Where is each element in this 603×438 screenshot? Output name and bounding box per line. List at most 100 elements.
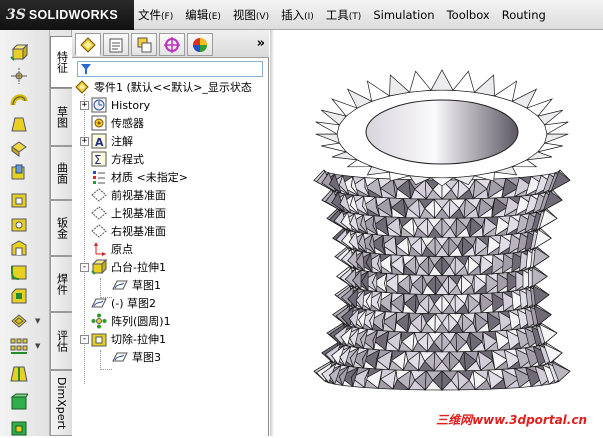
tree-item-front-plane[interactable]: 前视基准面 (91, 186, 166, 204)
swept-boss-icon[interactable] (8, 90, 30, 110)
rib-icon[interactable]: ▼ (8, 311, 30, 331)
command-manager-toolbar: ▼ ▼ (0, 30, 50, 436)
tree-item-boss-extrude[interactable]: 凸台-拉伸1 (91, 258, 166, 276)
circular-pattern-icon (91, 313, 107, 329)
collapse-cut-extrude-toggle[interactable]: - (80, 335, 89, 344)
cut-revolve-icon[interactable] (8, 190, 30, 210)
mirror-icon[interactable] (8, 418, 30, 438)
facet (474, 75, 494, 96)
menu-simulation[interactable]: Simulation (373, 8, 434, 22)
tree-guide-line (100, 350, 101, 370)
tab-surfaces[interactable]: 曲面 (50, 146, 72, 200)
extruded-boss-icon[interactable] (8, 42, 30, 62)
tree-filter-input[interactable] (77, 61, 263, 77)
tab-features[interactable]: 特征 (50, 36, 72, 88)
shell-icon[interactable] (8, 392, 30, 412)
tree-item-sketch2[interactable]: (-) 草图2 (91, 294, 156, 312)
facet (390, 75, 410, 96)
collapse-boss-extrude-toggle[interactable]: - (80, 263, 89, 272)
facet (533, 286, 549, 305)
facet (453, 71, 474, 92)
expand-annotations-toggle[interactable]: + (80, 137, 89, 146)
menu-file[interactable]: 文件(F) (138, 7, 173, 23)
tree-item-right-plane[interactable]: 右视基准面 (91, 222, 166, 240)
plane-icon (91, 223, 107, 239)
rib-dropdown-arrow[interactable]: ▼ (35, 317, 40, 325)
tab-weldments[interactable]: 焊件 (50, 256, 72, 312)
facet (410, 71, 431, 92)
menu-bar: 文件(F) 编辑(E) 视图(V) 插入(I) 工具(T) Simulation… (138, 0, 558, 30)
tree-item-circular-pattern[interactable]: 阵列(圆周)1 (91, 312, 171, 330)
tree-item-cut-extrude[interactable]: 切除-拉伸1 (91, 330, 166, 348)
tree-item-sketch3[interactable]: 草图3 (112, 348, 161, 366)
expand-history-toggle[interactable]: + (80, 101, 89, 110)
cut-loft-icon[interactable] (8, 238, 30, 258)
feature-manager-icon (79, 36, 97, 54)
dimxpert-manager-tab[interactable] (159, 33, 185, 56)
svg-text:Σ: Σ (94, 153, 102, 167)
display-manager-icon (191, 36, 209, 54)
configuration-manager-tab[interactable] (131, 33, 157, 56)
sketch-icon (91, 295, 107, 311)
chamfer-icon[interactable] (8, 286, 30, 306)
spiked-cylinder-model[interactable] (270, 30, 603, 436)
tree-item-equations[interactable]: Σ 方程式 (91, 150, 144, 168)
boss-extrude-icon (91, 259, 107, 275)
graphics-viewport[interactable]: 三维网www.3dportal.cn (270, 30, 603, 436)
tree-item-material[interactable]: 材质 <未指定> (91, 168, 188, 186)
boundary-boss-icon[interactable] (8, 138, 30, 158)
equation-sigma-icon: Σ (91, 151, 107, 167)
lofted-boss-icon[interactable] (8, 114, 30, 134)
tree-item-sketch1[interactable]: 草图1 (112, 276, 161, 294)
filter-row (72, 58, 269, 78)
cut-sweep-icon[interactable] (8, 214, 30, 234)
tree-root-part[interactable]: 零件1 (默认<<默认>_显示状态 (74, 78, 252, 96)
more-tabs-chevron-icon[interactable]: » (257, 36, 265, 51)
menu-insert[interactable]: 插入(I) (281, 7, 314, 23)
menu-toolbox[interactable]: Toolbox (447, 8, 490, 22)
configuration-manager-icon (135, 36, 153, 54)
revolved-boss-icon[interactable] (8, 66, 30, 86)
filter-funnel-icon (81, 64, 91, 74)
menu-routing[interactable]: Routing (502, 8, 546, 22)
feature-manager-tab[interactable] (75, 33, 101, 56)
tree-item-origin[interactable]: 原点 (91, 240, 133, 258)
sensor-icon (91, 115, 107, 131)
draft-icon[interactable] (8, 364, 30, 384)
tab-dimxpert[interactable]: DimXpert (50, 370, 72, 436)
center-hole (366, 100, 518, 164)
tree-item-annotations[interactable]: A 注解 (91, 132, 133, 150)
facet (316, 122, 340, 134)
dimxpert-manager-icon (163, 36, 181, 54)
menu-view[interactable]: 视图(V) (233, 7, 269, 23)
extruded-cut-icon[interactable] (8, 162, 30, 182)
app-name: SOLIDWORKS (29, 8, 118, 22)
manager-tabs: » (72, 30, 269, 58)
facet (316, 134, 340, 143)
tree-guide-line (100, 369, 112, 370)
property-manager-icon (107, 36, 125, 54)
history-icon (91, 97, 107, 113)
menu-edit[interactable]: 编辑(E) (185, 7, 221, 23)
sketch-icon (112, 277, 128, 293)
tab-sheet-metal[interactable]: 钣金 (50, 200, 72, 256)
tab-sketch[interactable]: 草图 (50, 88, 72, 146)
plane-icon (91, 205, 107, 221)
command-manager-tabs: 特征 草图 曲面 钣金 焊件 评估 DimXpert (50, 30, 72, 436)
fillet-icon[interactable] (8, 262, 30, 282)
svg-text:A: A (95, 136, 104, 149)
menu-tools[interactable]: 工具(T) (326, 7, 362, 23)
facet (431, 70, 453, 90)
tree-item-history[interactable]: History (91, 96, 150, 114)
title-bar: 3S SOLIDWORKS 文件(F) 编辑(E) 视图(V) 插入(I) 工具… (0, 0, 603, 30)
tree-item-sensors[interactable]: 传感器 (91, 114, 144, 132)
tab-evaluate[interactable]: 评估 (50, 312, 72, 370)
tree-item-top-plane[interactable]: 上视基准面 (91, 204, 166, 222)
property-manager-tab[interactable] (103, 33, 129, 56)
feature-manager-panel: » 零件1 (默认<<默认>_显示状态 + History 传感器 + A (72, 30, 269, 436)
sketch-icon (112, 349, 128, 365)
display-manager-tab[interactable] (187, 33, 213, 56)
pattern-dropdown-arrow[interactable]: ▼ (35, 342, 40, 350)
solidworks-logo[interactable]: 3S SOLIDWORKS (0, 0, 134, 30)
linear-pattern-icon[interactable]: ▼ (8, 336, 30, 356)
